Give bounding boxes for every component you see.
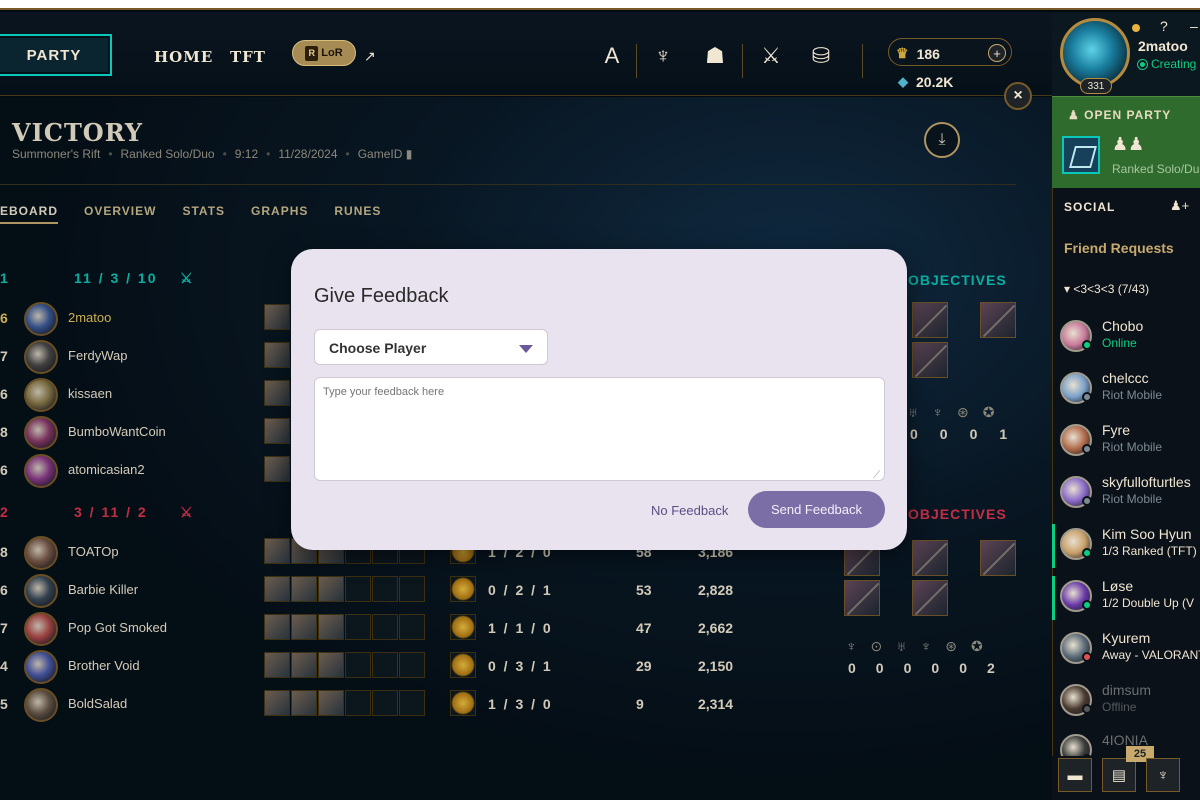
status-online-icon (1138, 59, 1147, 69)
profile-nav-icon[interactable]: A (597, 42, 627, 70)
friend-status-icon (1082, 652, 1092, 662)
notifications-icon[interactable]: ▤ (1102, 758, 1136, 792)
choose-player-select[interactable]: Choose Player (314, 329, 548, 365)
blue-essence-value: 20.2K (916, 74, 954, 90)
resize-grip-icon[interactable]: ⟋ (873, 470, 880, 481)
friend-name: dimsum (1102, 682, 1152, 698)
external-link-icon: ↗ (364, 48, 376, 64)
in-game-indicator (1052, 576, 1055, 620)
friend-name: chelccc (1102, 370, 1149, 386)
lor-logo-icon: R (305, 45, 319, 61)
party-button[interactable]: PARTY (0, 34, 112, 76)
friend-status: Away - VALORANT (1102, 648, 1200, 662)
friend-status-icon (1082, 392, 1092, 402)
friend-item[interactable]: Chobo Online (1060, 316, 1200, 360)
profile-status[interactable]: Creating (1138, 57, 1196, 71)
nav-lor-button[interactable]: R LoR (292, 40, 356, 66)
loot-nav-icon[interactable]: ☗ (700, 42, 730, 70)
lor-label: LoR (321, 47, 343, 59)
riot-points-icon: ♛ (896, 45, 909, 61)
friend-item[interactable]: dimsum Offline (1060, 680, 1200, 724)
friend-item[interactable]: chelccc Riot Mobile (1060, 368, 1200, 412)
nav-divider (862, 44, 863, 78)
profile-name: 2matoo (1138, 38, 1188, 54)
nav-divider (742, 44, 743, 78)
party-members-icon: ♟♟ (1112, 134, 1145, 154)
add-friend-icon[interactable]: ♟+ (1170, 198, 1189, 214)
friend-status: 1/2 Double Up (V (1102, 596, 1195, 610)
party-mode-icon (1062, 136, 1100, 174)
friend-name: Chobo (1102, 318, 1144, 334)
no-feedback-button[interactable]: No Feedback (651, 503, 728, 518)
riot-points[interactable]: ♛ 186 (896, 45, 940, 62)
friend-status: 1/3 Ranked (TFT) (1102, 544, 1197, 558)
chevron-down-icon (519, 345, 533, 353)
chat-icon[interactable]: ▬ (1058, 758, 1092, 792)
feedback-textarea[interactable] (314, 377, 885, 481)
friend-item[interactable]: Fyre Riot Mobile (1060, 420, 1200, 464)
nav-home[interactable]: HOME (154, 48, 213, 66)
select-value: Choose Player (329, 340, 427, 356)
clash-nav-icon[interactable]: ⚔ (756, 42, 786, 70)
friend-status-icon (1082, 600, 1092, 610)
friend-status-icon (1082, 548, 1092, 558)
friend-group-header[interactable]: ▾ <3<3<3 (7/43) (1064, 282, 1149, 296)
friend-name: Løse (1102, 578, 1134, 594)
friend-status-icon (1082, 444, 1092, 454)
minimize-icon[interactable]: – (1190, 18, 1198, 34)
riot-points-value: 186 (916, 45, 940, 62)
modal-title: Give Feedback (314, 285, 449, 307)
friend-name: Kim Soo Hyun (1102, 526, 1192, 542)
profile-level: 331 (1080, 78, 1112, 94)
friend-status-icon (1082, 340, 1092, 350)
friend-item[interactable]: Kyurem Away - VALORANT (1060, 628, 1200, 672)
friend-name: Fyre (1102, 422, 1130, 438)
send-feedback-button[interactable]: Send Feedback (748, 491, 885, 528)
party-mode: Ranked Solo/Du (1112, 162, 1200, 176)
friend-status: Riot Mobile (1102, 388, 1163, 402)
blue-essence-icon: ◆ (898, 74, 908, 89)
window-top-border (0, 0, 1200, 10)
friend-item[interactable]: Kim Soo Hyun 1/3 Ranked (TFT) (1052, 524, 1200, 568)
friend-name: Kyurem (1102, 630, 1151, 646)
social-title: SOCIAL (1064, 200, 1116, 214)
top-nav: PARTY HOME TFT R LoR ↗ A ♆ ☗ ⚔ ⛁ ♛ 186 +… (0, 12, 1052, 96)
friend-status: Offline (1102, 700, 1137, 714)
buy-rp-button[interactable]: + (988, 44, 1006, 62)
in-game-indicator (1052, 524, 1055, 568)
store-nav-icon[interactable]: ⛁ (806, 42, 836, 70)
friend-status-icon (1082, 496, 1092, 506)
nav-divider (636, 44, 637, 78)
party-icon: ♟ (1068, 108, 1080, 122)
friend-status: Online (1102, 336, 1137, 350)
help-icon[interactable]: ? (1160, 18, 1168, 34)
friend-status-icon (1082, 704, 1092, 714)
blue-essence[interactable]: ◆ 20.2K (898, 74, 953, 90)
friend-item[interactable]: Løse 1/2 Double Up (V (1052, 576, 1200, 620)
feedback-modal: Give Feedback Choose Player ⟋ No Feedbac… (291, 249, 907, 550)
friend-requests[interactable]: Friend Requests (1064, 240, 1174, 256)
nav-tft[interactable]: TFT (230, 48, 266, 66)
friend-status: Riot Mobile (1102, 492, 1163, 506)
close-button[interactable]: × (1004, 82, 1032, 110)
notification-dot (1132, 24, 1140, 32)
collection-nav-icon[interactable]: ♆ (648, 42, 678, 70)
friend-item[interactable]: skyfullofturtles Riot Mobile (1060, 472, 1200, 516)
voice-icon[interactable]: ♆ (1146, 758, 1180, 792)
friend-status: Riot Mobile (1102, 440, 1163, 454)
open-party-title: ♟ OPEN PARTY (1068, 108, 1172, 122)
friend-name: skyfullofturtles (1102, 474, 1191, 490)
